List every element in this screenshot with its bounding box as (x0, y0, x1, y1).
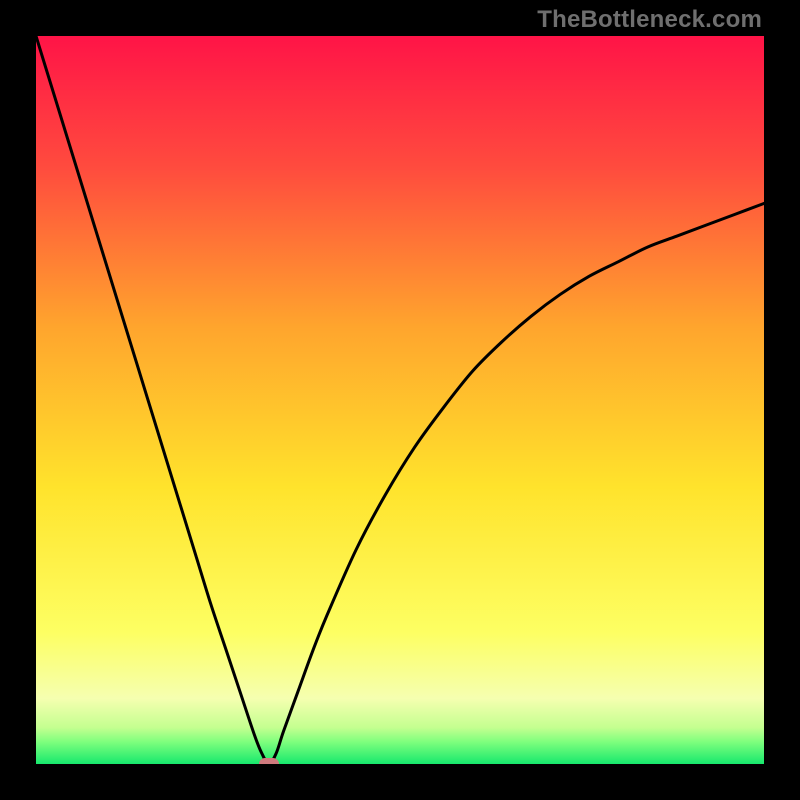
plot-area (36, 36, 764, 764)
attribution-label: TheBottleneck.com (537, 6, 762, 34)
bottleneck-curve (36, 36, 764, 764)
chart-frame: TheBottleneck.com (0, 0, 800, 800)
optimum-marker-icon (259, 758, 279, 764)
